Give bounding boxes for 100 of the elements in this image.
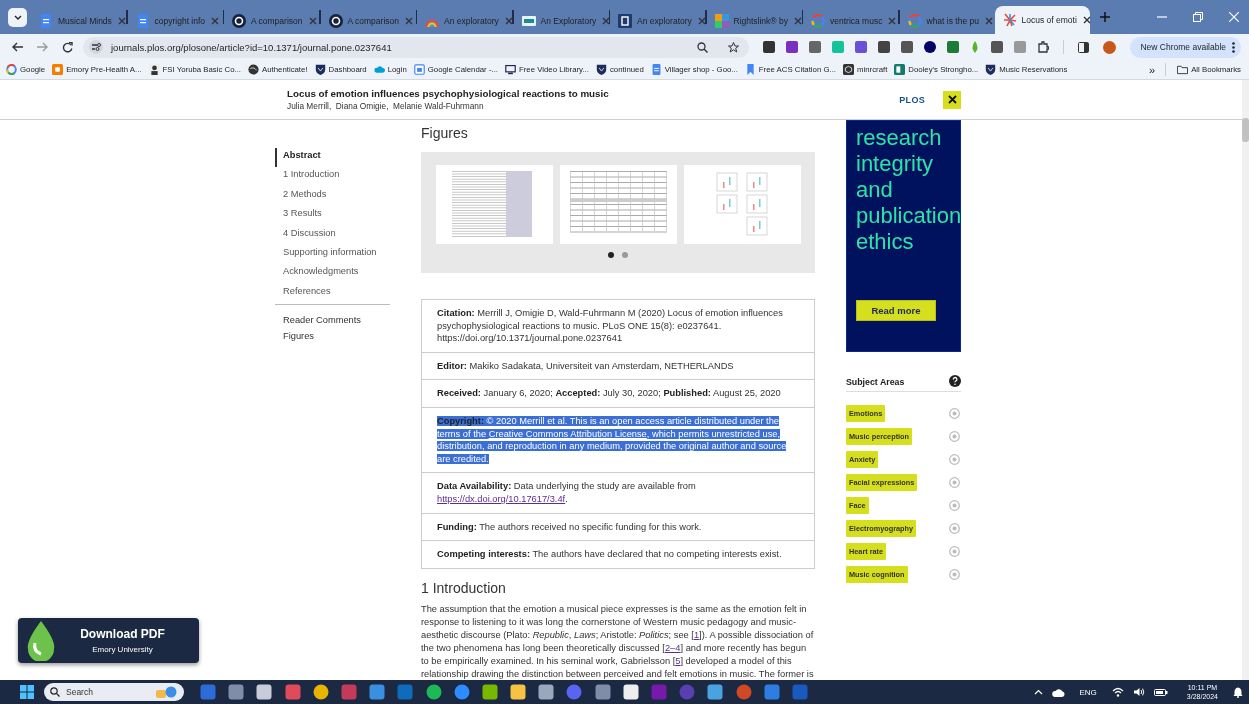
section-link[interactable]: References [275,283,390,304]
browser-tab[interactable]: A comparison [224,8,319,34]
drop-icon [26,620,56,661]
section-link[interactable]: 2 Methods [275,186,390,207]
more-icon[interactable] [1232,41,1235,53]
cube-icon [843,64,854,75]
search-icon [50,687,60,697]
section-heading: Figures [421,124,469,142]
scrollbar[interactable] [1242,80,1249,680]
side-panel-icon[interactable] [1078,41,1090,53]
chevron-icon [13,14,22,20]
extension-icon[interactable] [924,41,937,53]
forward-icon[interactable] [37,42,48,52]
article-title: Locus of emotion influences psychophysiological reactions to music [287,88,610,99]
link[interactable]: Creative Commons Attribution License [488,428,647,439]
address-bar[interactable]: journals.plos.org/plosone/article?id=10.1371/journal.pone.0237641 [83,36,750,58]
sheet-icon [894,64,906,75]
section-link[interactable]: Supporting information [275,244,390,265]
square-icon [521,14,536,28]
article-info-text: Received: January 6, 2020; Accepted: July 30, 2020; Published: August 25, 2020 [422,379,814,407]
figure-thumbnail[interactable] [559,165,677,244]
browser-tab[interactable]: An exploratory [610,8,705,34]
ad-text: research integrity and publication ethics [856,125,958,255]
browser-tab[interactable]: An Exploratory [513,8,609,34]
back-icon[interactable] [12,42,23,52]
cloud-icon [373,64,385,75]
journal-logo[interactable]: PLOS [899,94,925,105]
carousel-dot[interactable] [608,252,614,258]
app-icon[interactable] [312,684,329,700]
extension-icon[interactable] [763,41,776,53]
browser-tab[interactable]: ventrica musc [803,8,898,34]
restore-icon[interactable] [1193,12,1203,22]
chevron-up-icon[interactable] [1033,689,1043,695]
browser-tab[interactable]: An exploratory [417,8,512,34]
article-info-text: Funding: The authors received no specific funding for this work. [422,512,814,541]
carousel-dot[interactable] [622,252,628,258]
google-icon [6,64,17,75]
tab-search-button[interactable] [8,7,27,27]
section-link[interactable]: 1 Introduction [275,167,390,187]
doc-icon [39,14,53,28]
section-link[interactable]: Abstract [275,148,390,168]
globe-icon [248,64,259,75]
app-icon[interactable] [707,684,724,700]
search-field[interactable]: Search [44,683,184,701]
section-link[interactable]: Acknowledgments [275,264,390,284]
person-icon [148,64,160,75]
app-icon[interactable] [481,684,498,700]
star-icon[interactable] [728,41,740,53]
more-bookmarks-button[interactable]: » [1146,63,1159,76]
extension-icon[interactable] [878,41,891,53]
wifi-icon[interactable] [1111,687,1124,697]
windows-start-icon[interactable] [20,685,34,699]
reload-icon[interactable] [62,41,73,53]
browser-tab[interactable]: what is the pu [899,8,995,34]
download-pdf-button[interactable]: Download PDF Emory University [18,618,199,663]
app-icon[interactable] [510,684,527,700]
close-icon[interactable] [1081,15,1092,25]
section-link[interactable]: 4 Discussion [275,225,390,245]
doc-icon [135,14,150,28]
bell-icon[interactable] [1233,686,1243,698]
app-icon[interactable] [256,684,273,700]
browser-tab[interactable]: copyright info [127,8,223,34]
browser-tab[interactable]: Musical Minds [31,8,126,34]
browser-tab[interactable]: A comparison [320,8,416,34]
app-icon[interactable] [538,684,555,700]
article-info-text: Data Availability: Data underlying the study are available from https://dx.doi.org/10.17617/3.4f. [422,472,814,513]
read-more-button[interactable]: Read more [856,300,936,321]
figure-thumbnail[interactable] [683,165,801,244]
circle-icon [328,14,343,28]
figure-thumbnail[interactable] [435,165,553,244]
extension-icon[interactable] [991,41,1004,53]
section-link[interactable]: 3 Results [275,206,390,226]
app-icon[interactable] [622,684,639,700]
extension-icon[interactable] [901,41,914,53]
battery-icon[interactable] [1153,687,1168,697]
body-paragraph: The assumption that the emotion a musical piece expresses is the same as the emotion felt in response to listening to it was long the cornerstone of Western music pedagogy and music-aesthetic discourse (Plato: Republic, Laws; Aristotle: Politics; see [1]). A possible dissociation of the two phenomena has long been theoretically discussed [2–4] and more recently has begun to be empirically examined. In his seminal work, Gabrielsson [5] developed a model of this relationship drawing the distinction between perceived and felt emotions in music. The former is [421,602,815,680]
speaker-icon[interactable] [1132,687,1145,697]
google-icon [811,14,825,28]
puzzle-icon[interactable] [1037,41,1050,53]
close-button[interactable] [943,90,961,109]
shield-icon [314,64,326,75]
plus-icon[interactable] [1099,12,1110,22]
article-info-text: Copyright: © 2020 Merrill et al. This is an open access article distributed under the terms of the Creative Commons Attribution License, which permits unrestricted use, distribution, and reproduction in any medium, provided the original author and source are credited. [422,406,814,473]
extension-icon[interactable] [786,41,799,53]
folder-icon [1177,64,1189,75]
language-indicator[interactable]: ENG [1079,687,1097,697]
search-highlight-icon [156,686,178,698]
zoom-icon[interactable] [697,41,709,53]
section-link[interactable]: Reader Comments [275,314,390,331]
cloud-icon[interactable] [1051,687,1065,697]
link[interactable]: https://dx.doi.org/10.17617/3.4f [437,493,566,504]
help-icon[interactable] [949,375,961,387]
app-icon[interactable] [425,684,442,700]
browser-tab[interactable]: Rightslink® by [706,8,802,34]
avatar-icon[interactable] [1103,40,1117,54]
close-icon [947,95,957,104]
update-chrome-button[interactable]: New Chrome available [1130,36,1241,58]
section-link[interactable]: Figures [275,330,390,347]
subject-areas-heading: Subject Areas [846,377,905,387]
browser-tab[interactable]: Locus of emoti [994,6,1090,34]
